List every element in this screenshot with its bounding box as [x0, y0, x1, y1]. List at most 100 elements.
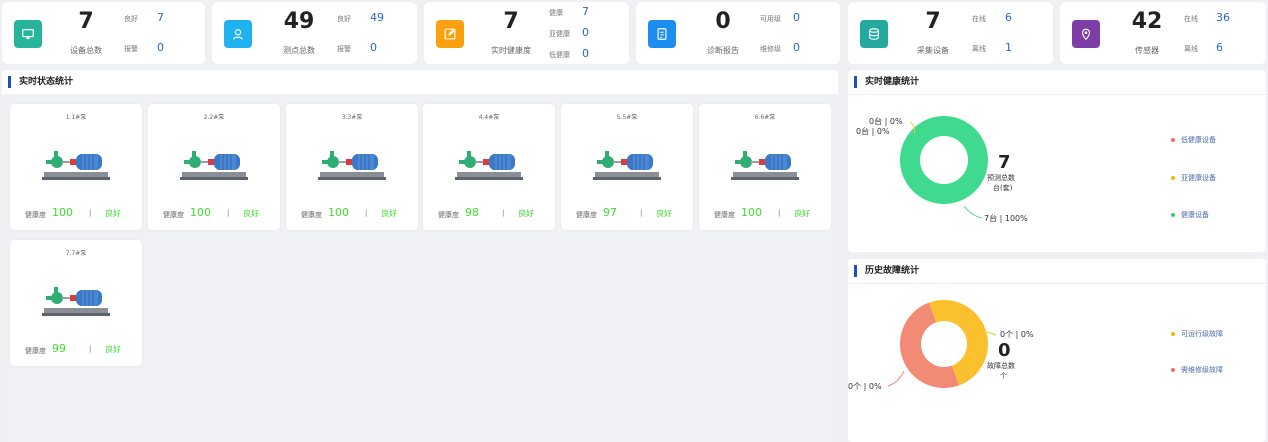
legend-dot: [1171, 332, 1175, 336]
center-caption-unit: 台(套): [993, 184, 1013, 192]
pump-name: 7.7#泵: [65, 250, 87, 257]
stat-sub-value: 0: [370, 41, 377, 54]
pump-card[interactable]: 5.5#泵 健康度 97 | 良好: [561, 104, 693, 230]
legend-item[interactable]: 可运行级故障: [1171, 329, 1223, 339]
pump-card[interactable]: 7.7#泵 健康度 99 | 良好: [10, 240, 142, 366]
separator: |: [502, 209, 505, 217]
user-pin-icon: [224, 20, 252, 48]
stat-sub-label: 报警: [337, 45, 351, 53]
pump-machine-image: [42, 287, 110, 316]
health-label: 健康度: [438, 211, 459, 219]
stat-caption: 诊断报告: [707, 46, 739, 55]
legend-label: 健康设备: [1181, 211, 1209, 219]
separator: |: [89, 209, 92, 217]
health-label: 健康度: [714, 211, 735, 219]
legend-item[interactable]: 低健康设备: [1171, 135, 1216, 145]
stat-sub-value: 0: [582, 26, 589, 39]
edit-icon: [436, 20, 464, 48]
stat-caption: 传感器: [1135, 46, 1159, 55]
stat-sub-value: 7: [582, 5, 589, 18]
stat-card-sensors[interactable]: 42 传感器 在线 36 离线 6: [1060, 2, 1266, 64]
center-caption-unit: 个: [1000, 372, 1007, 380]
legend-dot: [1171, 138, 1175, 142]
pump-name: 5.5#泵: [616, 114, 638, 121]
stat-sub-value: 0: [157, 41, 164, 54]
legend-item[interactable]: 亚健康设备: [1171, 173, 1216, 183]
center-caption: 故障总数: [987, 362, 1015, 370]
stat-sub-label: 亚健康: [549, 30, 570, 38]
stat-sub-value: 0: [582, 47, 589, 60]
pump-machine-image: [42, 151, 110, 180]
legend-item[interactable]: 需维修级故障: [1171, 365, 1223, 375]
center-value: 7: [998, 152, 1011, 173]
stat-sub-value: 6: [1005, 11, 1012, 24]
health-value: 99: [52, 342, 66, 355]
pump-card[interactable]: 1.1#泵 健康度 100 | 良好: [10, 104, 142, 230]
stat-value: 7: [925, 9, 941, 34]
stat-sub-label: 在线: [972, 15, 986, 23]
stat-card-health[interactable]: 7 实时健康度 健康 7 亚健康 0 低健康 0: [424, 2, 629, 64]
slice-label: 0个 | 0%: [848, 382, 882, 391]
stat-value: 49: [283, 9, 315, 34]
health-label: 健康度: [163, 211, 184, 219]
leader-line: [887, 370, 905, 387]
pump-card[interactable]: 4.4#泵 健康度 98 | 良好: [423, 104, 555, 230]
panel-title: 实时状态统计: [8, 76, 73, 88]
stat-card-devices[interactable]: 7 设备总数 良好 7 报警 0: [2, 2, 205, 64]
health-value: 100: [328, 206, 349, 219]
stat-sub-value: 36: [1216, 11, 1230, 24]
stat-card-points[interactable]: 49 测点总数 良好 49 报警 0: [212, 2, 417, 64]
health-value: 100: [190, 206, 211, 219]
health-value: 100: [52, 206, 73, 219]
pump-name: 1.1#泵: [65, 114, 87, 121]
stat-value: 0: [715, 9, 731, 34]
stat-sub-value: 6: [1216, 41, 1223, 54]
center-caption: 预测总数: [987, 174, 1015, 182]
stat-sub-label: 在线: [1184, 15, 1198, 23]
pump-card[interactable]: 6.6#泵 健康度 100 | 良好: [699, 104, 831, 230]
separator: |: [227, 209, 230, 217]
pump-name: 4.4#泵: [478, 114, 500, 121]
legend-label: 低健康设备: [1181, 136, 1216, 144]
health-value: 98: [465, 206, 479, 219]
status-badge: 良好: [518, 209, 534, 218]
separator: |: [89, 345, 92, 353]
stat-sub-value: 1: [1005, 41, 1012, 54]
pump-machine-image: [455, 151, 523, 180]
status-badge: 良好: [105, 345, 121, 354]
status-badge: 良好: [243, 209, 259, 218]
status-badge: 良好: [381, 209, 397, 218]
legend-label: 需维修级故障: [1181, 366, 1223, 374]
pump-name: 3.3#泵: [341, 114, 363, 121]
separator: |: [365, 209, 368, 217]
pump-name: 6.6#泵: [754, 114, 776, 121]
stat-caption: 采集设备: [917, 46, 949, 55]
health-label: 健康度: [576, 211, 597, 219]
stat-sub-label: 健康: [549, 9, 563, 17]
stat-value: 42: [1131, 9, 1163, 34]
slice-label: 7台 | 100%: [984, 214, 1028, 223]
stat-sub-label: 报警: [124, 45, 138, 53]
health-label: 健康度: [301, 211, 322, 219]
center-value: 0: [998, 340, 1011, 361]
pump-name: 2.2#泵: [203, 114, 225, 121]
stat-value: 7: [78, 9, 94, 34]
separator: |: [640, 209, 643, 217]
legend-item[interactable]: 健康设备: [1171, 210, 1209, 220]
stat-sub-label: 低健康: [549, 51, 570, 59]
pump-card[interactable]: 2.2#泵 健康度 100 | 良好: [148, 104, 280, 230]
panel-header: 实时状态统计: [2, 70, 838, 94]
location-icon: [1072, 20, 1100, 48]
leader-line: [963, 205, 983, 219]
stat-card-collectors[interactable]: 7 采集设备 在线 6 离线 1: [848, 2, 1053, 64]
slice-label: 0台 | 0%: [856, 127, 890, 136]
status-badge: 良好: [794, 209, 810, 218]
donut-slice-3[interactable]: [900, 116, 988, 204]
stat-sub-value: 7: [157, 11, 164, 24]
stat-value: 7: [503, 9, 519, 34]
status-badge: 良好: [105, 209, 121, 218]
legend-dot: [1171, 368, 1175, 372]
stat-card-reports[interactable]: 0 诊断报告 可用级 0 维修级 0: [636, 2, 840, 64]
pump-card[interactable]: 3.3#泵 健康度 100 | 良好: [286, 104, 418, 230]
stat-sub-label: 良好: [124, 15, 138, 23]
